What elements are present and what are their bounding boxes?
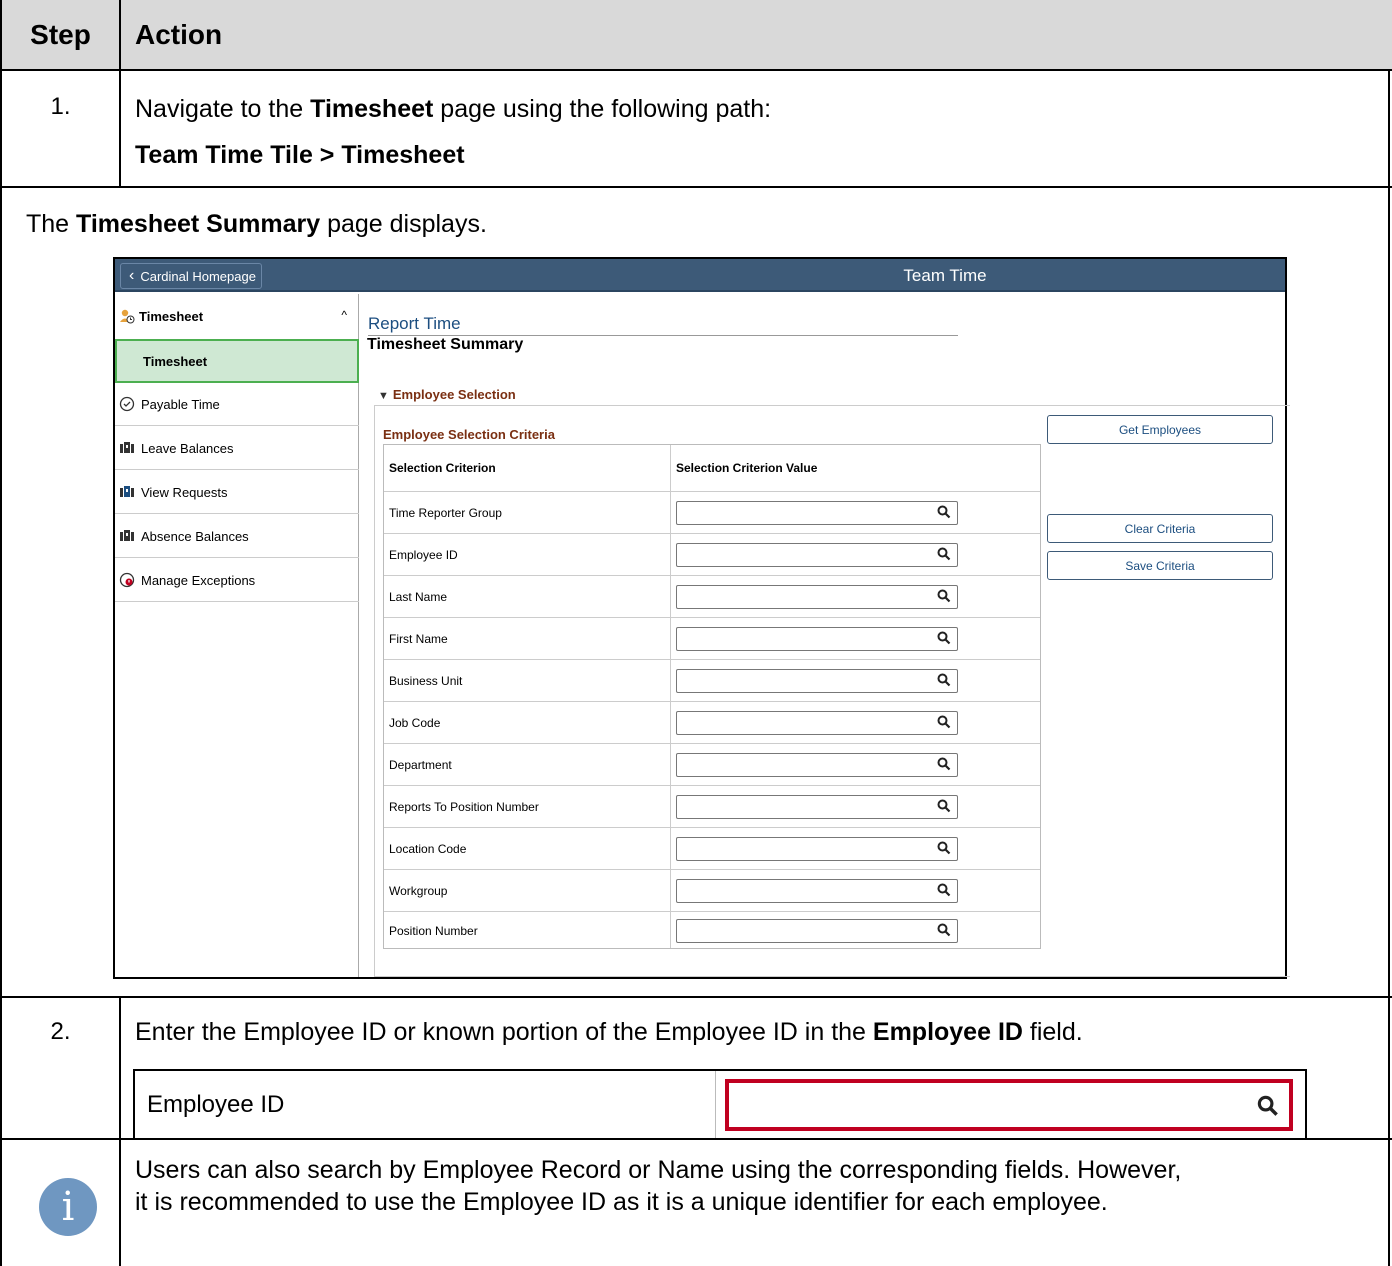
sidebar-item-manage-exceptions[interactable]: Manage Exceptions <box>115 559 359 602</box>
summary-note: The Timesheet Summary page displays. <box>26 210 487 238</box>
sidebar-group-timesheet[interactable]: Timesheet ^ <box>115 294 359 339</box>
employee-selection-toggle[interactable]: ▼ Employee Selection <box>378 387 516 402</box>
employee-id-field-highlighted[interactable] <box>725 1079 1293 1131</box>
job-code-input[interactable] <box>676 711 958 735</box>
action-column-header: Action <box>135 18 223 50</box>
criterion-label: First Name <box>389 631 448 646</box>
department-input[interactable] <box>676 753 958 777</box>
search-icon[interactable] <box>1257 1095 1279 1117</box>
info-line-2: it is recommended to use the Employee ID… <box>135 1188 1108 1216</box>
criteria-title: Employee Selection Criteria <box>383 427 555 442</box>
home-button-label: Cardinal Homepage <box>140 268 256 284</box>
criteria-row: Business Unit <box>384 659 1040 701</box>
search-icon[interactable] <box>937 923 951 937</box>
employee-id-label: Employee ID <box>147 1090 285 1118</box>
save-criteria-button[interactable]: Save Criteria <box>1047 551 1273 580</box>
navigation-path: Team Time Tile > Timesheet <box>135 141 465 169</box>
criteria-grid: Selection Criterion Selection Criterion … <box>383 444 1041 949</box>
search-icon[interactable] <box>937 631 951 645</box>
employee-id-zoom: Employee ID <box>133 1069 1307 1140</box>
criteria-row: Job Code <box>384 701 1040 743</box>
search-icon[interactable] <box>937 715 951 729</box>
step-1-row: 1. Navigate to the Timesheet page using … <box>2 71 1392 188</box>
criterion-label: Workgroup <box>389 883 448 898</box>
column-divider <box>715 1071 716 1138</box>
requests-icon <box>120 486 134 497</box>
search-icon[interactable] <box>937 589 951 603</box>
app-header-bar: Team Time ‹ Cardinal Homepage <box>115 259 1285 292</box>
criteria-row: Employee ID <box>384 533 1040 575</box>
report-time-title: Report Time <box>368 314 461 333</box>
sidebar-item-payable-time[interactable]: Payable Time <box>115 383 359 426</box>
criterion-label: Business Unit <box>389 673 463 688</box>
criteria-row: First Name <box>384 617 1040 659</box>
step-1-instruction: Navigate to the Timesheet page using the… <box>135 95 772 123</box>
search-icon[interactable] <box>937 841 951 855</box>
criterion-label: Reports To Position Number <box>389 799 539 814</box>
criteria-row: Workgroup <box>384 869 1040 911</box>
sidebar: Timesheet ^ Timesheet Payable Time Leave… <box>115 294 359 977</box>
search-icon[interactable] <box>937 757 951 771</box>
criteria-row: Location Code <box>384 827 1040 869</box>
balances-icon <box>120 442 134 453</box>
clear-criteria-button[interactable]: Clear Criteria <box>1047 514 1273 543</box>
last-name-input[interactable] <box>676 585 958 609</box>
exception-icon <box>119 572 135 588</box>
chevron-up-icon: ^ <box>341 308 347 322</box>
column-header: Selection Criterion Value <box>676 461 818 475</box>
criterion-label: Position Number <box>389 923 478 938</box>
page-title: Timesheet Summary <box>367 336 524 353</box>
search-icon[interactable] <box>937 673 951 687</box>
criteria-row: Last Name <box>384 575 1040 617</box>
criteria-row: Department <box>384 743 1040 785</box>
search-icon[interactable] <box>937 883 951 897</box>
main-content: Report Time Timesheet Summary ▼ Employee … <box>360 294 1290 977</box>
employee-id-input[interactable] <box>676 543 958 567</box>
table-header: Step Action <box>2 0 1392 71</box>
search-icon[interactable] <box>937 799 951 813</box>
chevron-left-icon: ‹ <box>129 267 135 284</box>
cardinal-homepage-button[interactable]: ‹ Cardinal Homepage <box>120 263 262 289</box>
sidebar-item-timesheet[interactable]: Timesheet <box>115 339 359 383</box>
step-number: 2. <box>2 998 121 1138</box>
column-header: Selection Criterion <box>389 461 496 475</box>
app-title: Team Time <box>903 265 987 285</box>
criterion-label: Job Code <box>389 715 441 730</box>
criterion-label: Location Code <box>389 841 467 856</box>
business-unit-input[interactable] <box>676 669 958 693</box>
criterion-label: Last Name <box>389 589 448 604</box>
get-employees-button[interactable]: Get Employees <box>1047 415 1273 444</box>
clock-icon <box>119 396 135 412</box>
location-code-input[interactable] <box>676 837 958 861</box>
criteria-row: Reports To Position Number <box>384 785 1040 827</box>
timesheet-icon <box>120 309 135 324</box>
criterion-label: Time Reporter Group <box>389 505 502 520</box>
workgroup-input[interactable] <box>676 879 958 903</box>
sidebar-item-absence-balances[interactable]: Absence Balances <box>115 515 359 558</box>
criteria-row: Position Number <box>384 911 1040 948</box>
search-icon[interactable] <box>937 505 951 519</box>
team-time-screenshot: Team Time ‹ Cardinal Homepage Timesheet … <box>113 257 1290 979</box>
criterion-label: Employee ID <box>389 547 458 562</box>
caret-down-icon: ▼ <box>378 390 389 402</box>
criteria-row: Time Reporter Group <box>384 491 1040 533</box>
step-number: 1. <box>2 71 121 186</box>
sidebar-group-label: Timesheet <box>139 309 204 324</box>
search-icon[interactable] <box>937 547 951 561</box>
step-2-instruction: Enter the Employee ID or known portion o… <box>135 1018 1083 1046</box>
step-column-header: Step <box>2 0 121 69</box>
sidebar-item-view-requests[interactable]: View Requests <box>115 471 359 514</box>
info-row: Users can also search by Employee Record… <box>2 1140 1392 1266</box>
criterion-label: Department <box>389 757 452 772</box>
time-reporter-group-input[interactable] <box>676 501 958 525</box>
info-icon: i <box>39 1178 97 1236</box>
info-line-1: Users can also search by Employee Record… <box>135 1156 1182 1184</box>
sidebar-item-leave-balances[interactable]: Leave Balances <box>115 427 359 470</box>
position-number-input[interactable] <box>676 919 958 943</box>
balances-icon <box>120 530 134 541</box>
first-name-input[interactable] <box>676 627 958 651</box>
reports-to-position-input[interactable] <box>676 795 958 819</box>
